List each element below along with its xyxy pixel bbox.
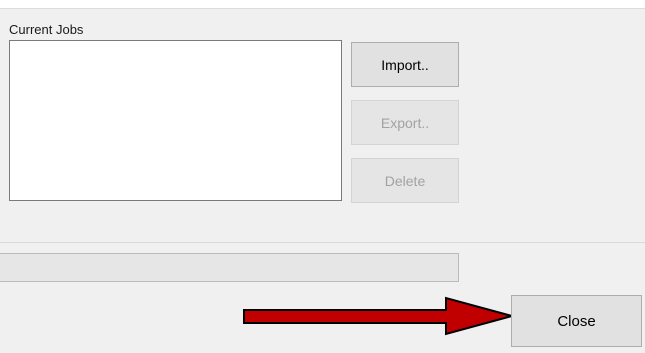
job-manager-dialog: Current Jobs Import.. Export.. Delete Cl… bbox=[0, 8, 645, 353]
separator bbox=[0, 242, 645, 243]
progress-bar bbox=[0, 253, 459, 282]
red-arrow-shape bbox=[243, 296, 516, 336]
import-button[interactable]: Import.. bbox=[351, 42, 459, 87]
export-button[interactable]: Export.. bbox=[351, 100, 459, 145]
close-button[interactable]: Close bbox=[511, 295, 642, 347]
delete-button[interactable]: Delete bbox=[351, 158, 459, 203]
current-jobs-label: Current Jobs bbox=[9, 22, 84, 37]
current-jobs-list[interactable] bbox=[9, 40, 342, 201]
red-arrow-icon bbox=[243, 296, 516, 336]
